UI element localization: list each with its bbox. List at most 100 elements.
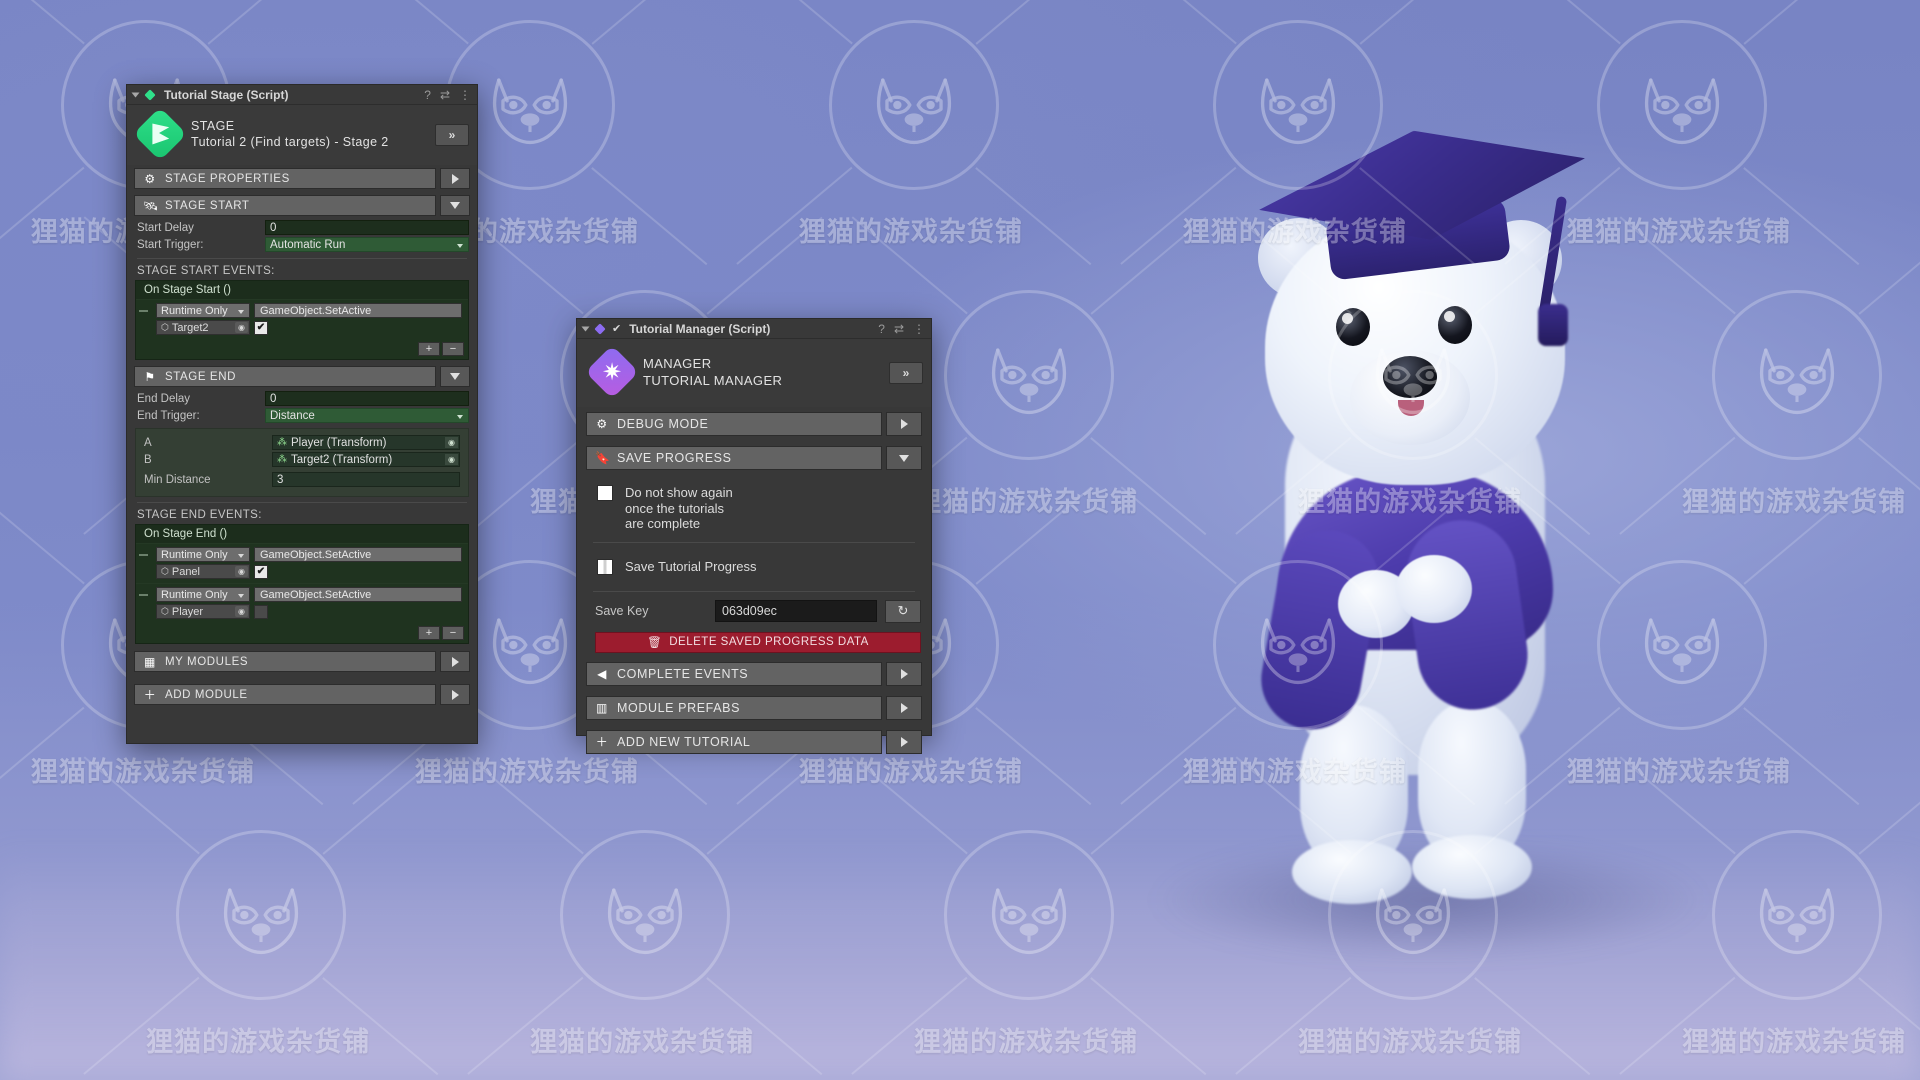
preset-icon[interactable]: ⇄ bbox=[440, 88, 450, 102]
gameobject-icon: ⬡ bbox=[161, 322, 169, 332]
section-stage-properties-button[interactable] bbox=[440, 168, 470, 189]
field-distance-b-objectfield[interactable]: ⁂ Target2 (Transform) ◉ bbox=[272, 452, 460, 467]
field-end-trigger[interactable]: End Trigger: Distance bbox=[127, 407, 477, 424]
field-start-trigger-dropdown[interactable]: Automatic Run bbox=[265, 237, 469, 252]
section-stage-end[interactable]: ⚑ STAGE END bbox=[127, 363, 477, 390]
mascot-eye-glint-right bbox=[1444, 311, 1455, 322]
object-picker-icon[interactable]: ◉ bbox=[235, 322, 248, 333]
drag-handle-icon[interactable] bbox=[139, 554, 148, 556]
field-distance-a[interactable]: A ⁂ Player (Transform) ◉ bbox=[140, 434, 464, 451]
save-key-input[interactable]: 063d09ec bbox=[715, 600, 877, 623]
event-mode-dropdown[interactable]: Runtime Only bbox=[156, 587, 250, 602]
add-event-button[interactable]: + bbox=[418, 342, 440, 356]
field-distance-b[interactable]: B ⁂ Target2 (Transform) ◉ bbox=[140, 451, 464, 468]
section-stage-properties[interactable]: ⚙ STAGE PROPERTIES bbox=[127, 165, 477, 192]
event-target-objectfield[interactable]: ⬡ Player ◉ bbox=[156, 604, 250, 619]
section-save-progress-button[interactable] bbox=[886, 446, 922, 470]
delete-saved-progress-button[interactable]: 🗑 DELETE SAVED PROGRESS DATA bbox=[595, 631, 921, 653]
section-debug-mode-button[interactable] bbox=[886, 412, 922, 436]
event-target-label: Target2 bbox=[171, 321, 209, 334]
object-picker-icon[interactable]: ◉ bbox=[445, 437, 458, 448]
checkbox-box[interactable] bbox=[597, 558, 613, 575]
manager-component-header[interactable]: ✔ Tutorial Manager (Script) ? ⇄ ⋮ bbox=[577, 319, 931, 339]
section-stage-start[interactable]: 🛰 STAGE START bbox=[127, 192, 477, 219]
field-min-distance[interactable]: Min Distance 3 bbox=[140, 471, 464, 488]
object-picker-icon[interactable]: ◉ bbox=[235, 606, 248, 617]
event-method-dropdown[interactable]: GameObject.SetActive bbox=[254, 547, 462, 562]
foldout-arrow-icon[interactable] bbox=[131, 92, 140, 97]
save-key-label: Save Key bbox=[595, 604, 649, 619]
event-bool-checkbox[interactable]: ✔ bbox=[254, 564, 268, 579]
field-end-delay-label: End Delay bbox=[137, 392, 191, 405]
drag-handle-icon[interactable] bbox=[139, 310, 148, 312]
section-my-modules[interactable]: ▦ MY MODULES bbox=[127, 648, 477, 675]
checkbox-do-not-show-again[interactable]: Do not show again once the tutorials are… bbox=[577, 475, 931, 540]
manager-component-title: Tutorial Manager (Script) bbox=[629, 321, 771, 336]
kebab-menu-icon[interactable]: ⋮ bbox=[913, 322, 925, 336]
divider-manager-2 bbox=[593, 590, 915, 592]
section-add-new-tutorial[interactable]: ＋ ADD NEW TUTORIAL bbox=[577, 725, 931, 759]
field-min-distance-input[interactable]: 3 bbox=[272, 472, 460, 487]
section-add-module-button[interactable] bbox=[440, 684, 470, 705]
field-end-delay-input[interactable]: 0 bbox=[265, 391, 469, 406]
event-method-dropdown[interactable]: GameObject.SetActive bbox=[254, 587, 462, 602]
component-enabled-checkbox[interactable]: ✔ bbox=[612, 322, 621, 335]
stage-expand-button[interactable]: » bbox=[435, 124, 469, 146]
mascot-eye-left bbox=[1336, 308, 1370, 346]
help-icon[interactable]: ? bbox=[424, 88, 431, 102]
mascot-foot-right bbox=[1412, 835, 1532, 899]
section-stage-end-label: STAGE END bbox=[165, 370, 237, 383]
section-add-new-tutorial-button[interactable] bbox=[886, 729, 922, 754]
mascot-eye-right bbox=[1438, 306, 1472, 344]
help-icon[interactable]: ? bbox=[878, 322, 885, 336]
section-stage-end-button[interactable] bbox=[440, 366, 470, 387]
field-distance-a-objectfield[interactable]: ⁂ Player (Transform) ◉ bbox=[272, 435, 460, 450]
remove-event-button[interactable]: − bbox=[442, 626, 464, 640]
field-end-trigger-dropdown[interactable]: Distance bbox=[265, 408, 469, 423]
field-end-delay[interactable]: End Delay 0 bbox=[127, 390, 477, 407]
event-bool-checkbox[interactable]: ✔ bbox=[254, 320, 268, 335]
section-save-progress[interactable]: 🔖 SAVE PROGRESS bbox=[577, 441, 931, 475]
event-bool-checkbox[interactable]: ✔ bbox=[254, 604, 268, 619]
gear-icon: ⚙ bbox=[596, 417, 608, 431]
section-add-module-label: ADD MODULE bbox=[165, 688, 248, 701]
transform-icon: ⁂ bbox=[277, 437, 287, 448]
manager-script-banner: MANAGER TUTORIAL MANAGER » bbox=[577, 339, 931, 407]
section-module-prefabs[interactable]: ▥ MODULE PREFABS bbox=[577, 691, 931, 725]
section-complete-events-button[interactable] bbox=[886, 661, 922, 686]
event-target-objectfield[interactable]: ⬡ Target2 ◉ bbox=[156, 320, 250, 335]
object-picker-icon[interactable]: ◉ bbox=[445, 454, 458, 465]
section-module-prefabs-button[interactable] bbox=[886, 695, 922, 720]
preset-icon[interactable]: ⇄ bbox=[894, 322, 904, 336]
field-start-delay-label: Start Delay bbox=[137, 221, 194, 234]
refresh-icon[interactable]: ↻ bbox=[885, 599, 921, 623]
gameobject-icon: ⬡ bbox=[161, 606, 169, 616]
field-start-delay[interactable]: Start Delay 0 bbox=[127, 219, 477, 236]
remove-event-button[interactable]: − bbox=[442, 342, 464, 356]
event-target-objectfield[interactable]: ⬡ Panel ◉ bbox=[156, 564, 250, 579]
manager-expand-button[interactable]: » bbox=[889, 362, 923, 384]
stage-component-header[interactable]: Tutorial Stage (Script) ? ⇄ ⋮ bbox=[127, 85, 477, 105]
section-add-module[interactable]: ＋ ADD MODULE bbox=[127, 681, 477, 708]
event-mode-dropdown[interactable]: Runtime Only bbox=[156, 303, 250, 318]
checkbox-label-line1: Save Tutorial Progress bbox=[625, 558, 757, 574]
drag-handle-icon[interactable] bbox=[139, 594, 148, 596]
section-my-modules-button[interactable] bbox=[440, 651, 470, 672]
section-complete-events[interactable]: ◀ COMPLETE EVENTS bbox=[577, 657, 931, 691]
checkbox-box[interactable] bbox=[597, 485, 613, 501]
section-debug-mode[interactable]: ⚙ DEBUG MODE bbox=[577, 407, 931, 441]
event-method-dropdown[interactable]: GameObject.SetActive bbox=[254, 303, 462, 318]
checkbox-save-tutorial-progress[interactable]: Save Tutorial Progress bbox=[577, 545, 931, 589]
section-module-prefabs-label: MODULE PREFABS bbox=[617, 700, 741, 715]
object-picker-icon[interactable]: ◉ bbox=[235, 566, 248, 577]
foldout-arrow-icon[interactable] bbox=[581, 326, 590, 331]
field-start-trigger[interactable]: Start Trigger: Automatic Run bbox=[127, 236, 477, 253]
event-item: Runtime Only GameObject.SetActive ⬡ Play… bbox=[136, 583, 468, 623]
event-list-footer: + − bbox=[136, 339, 468, 359]
kebab-menu-icon[interactable]: ⋮ bbox=[459, 88, 471, 102]
field-start-delay-input[interactable]: 0 bbox=[265, 220, 469, 235]
section-stage-start-button[interactable] bbox=[440, 195, 470, 216]
add-event-button[interactable]: + bbox=[418, 626, 440, 640]
event-mode-dropdown[interactable]: Runtime Only bbox=[156, 547, 250, 562]
divider-manager-1 bbox=[593, 541, 915, 543]
